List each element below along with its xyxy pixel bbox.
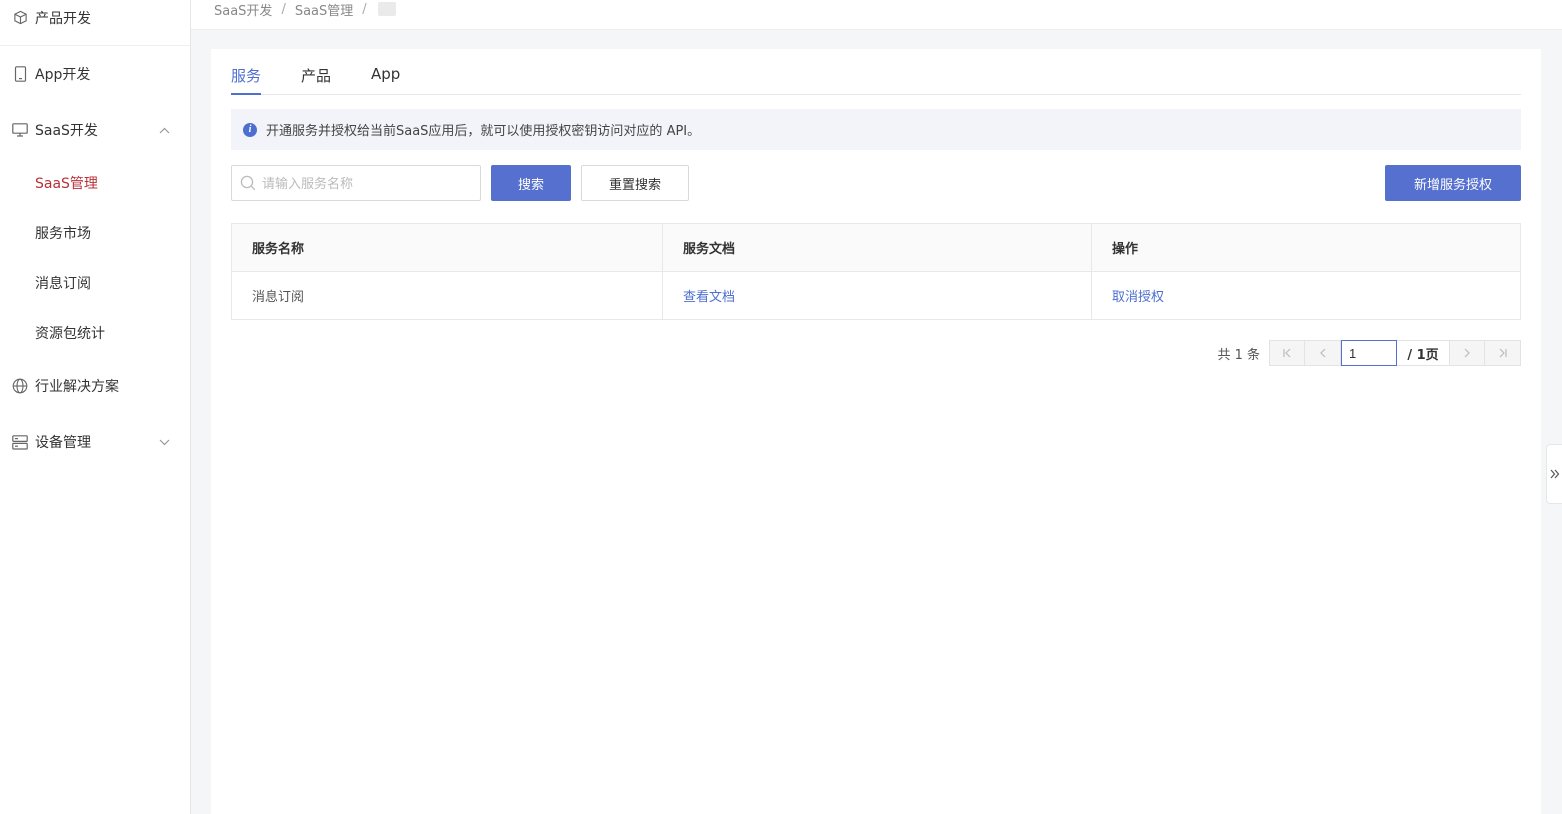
topbar: SaaS开发 / SaaS管理 / [191, 0, 1562, 30]
sidebar-item-label: App开发 [35, 67, 91, 83]
sidebar-subitem-label: 资源包统计 [35, 326, 105, 342]
search-input[interactable] [262, 175, 472, 191]
service-table: 服务名称 服务文档 操作 消息订阅 查看文档 取消授权 [231, 223, 1521, 320]
tab-bar: 服务 产品 App [231, 49, 1521, 95]
first-page-button[interactable] [1269, 340, 1305, 366]
chevron-up-icon [158, 124, 170, 136]
cell-service-doc: 查看文档 [662, 271, 1092, 320]
column-header-action: 操作 [1091, 223, 1521, 272]
chevron-down-icon [158, 436, 170, 448]
sidebar-subitem-label: SaaS管理 [35, 176, 98, 192]
sidebar-subitem-service-market[interactable]: 服务市场 [0, 208, 190, 258]
reset-search-button[interactable]: 重置搜索 [581, 165, 689, 201]
globe-icon [12, 378, 28, 394]
sidebar-item-label: 设备管理 [35, 435, 91, 451]
table-header-row: 服务名称 服务文档 操作 [231, 223, 1521, 272]
search-button[interactable]: 搜索 [491, 165, 571, 201]
cancel-auth-link[interactable]: 取消授权 [1112, 290, 1164, 305]
table-row: 消息订阅 查看文档 取消授权 [231, 271, 1521, 320]
sidebar-item-product-dev[interactable]: 产品开发 [0, 0, 190, 46]
search-icon [240, 175, 256, 191]
add-service-auth-button[interactable]: 新增服务授权 [1385, 165, 1521, 201]
chevron-left-icon [1319, 348, 1325, 358]
server-icon [12, 434, 28, 450]
page-count: / 1页 [1397, 340, 1449, 366]
breadcrumb-item-current [377, 2, 396, 16]
column-header-service-name: 服务名称 [231, 223, 663, 272]
last-page-button[interactable] [1485, 340, 1521, 366]
breadcrumb: SaaS开发 / SaaS管理 / [214, 0, 396, 19]
expand-panel-button[interactable] [1546, 444, 1562, 504]
column-header-service-doc: 服务文档 [662, 223, 1092, 272]
sidebar-subitem-saas-manage[interactable]: SaaS管理 [0, 158, 190, 208]
sidebar-subitem-resource-stats[interactable]: 资源包统计 [0, 308, 190, 358]
notice-text: 开通服务并授权给当前SaaS应用后，就可以使用授权密钥访问对应的 API。 [266, 124, 701, 139]
prev-page-button[interactable] [1305, 340, 1341, 366]
sidebar-item-label: SaaS开发 [35, 123, 98, 139]
breadcrumb-separator: / [362, 1, 367, 17]
cell-action: 取消授权 [1091, 271, 1521, 320]
last-page-icon [1499, 348, 1507, 358]
breadcrumb-separator: / [281, 1, 286, 17]
chevron-right-icon [1464, 348, 1470, 358]
search-box [231, 165, 481, 201]
sidebar: 产品开发 App开发 SaaS开发 SaaS管理 服务市场 消息订阅 资源包统计… [0, 0, 191, 814]
sidebar-item-industry-solutions[interactable]: 行业解决方案 [0, 358, 190, 414]
first-page-icon [1283, 348, 1291, 358]
sidebar-subitem-message-subscribe[interactable]: 消息订阅 [0, 258, 190, 308]
double-chevron-right-icon [1550, 469, 1559, 479]
sidebar-item-label: 产品开发 [35, 10, 91, 27]
breadcrumb-item-saas-manage[interactable]: SaaS管理 [295, 0, 353, 19]
sidebar-subitem-label: 服务市场 [35, 226, 91, 242]
tab-product[interactable]: 产品 [301, 65, 331, 95]
tab-app[interactable]: App [371, 65, 400, 95]
view-doc-link[interactable]: 查看文档 [683, 290, 735, 305]
info-icon: i [243, 122, 257, 137]
sidebar-item-device-manage[interactable]: 设备管理 [0, 414, 190, 470]
page-number-input[interactable] [1341, 340, 1397, 366]
tab-service[interactable]: 服务 [231, 65, 262, 95]
cell-service-name: 消息订阅 [231, 271, 663, 320]
sidebar-subitem-label: 消息订阅 [35, 276, 91, 292]
pagination-total: 共 1 条 [1217, 347, 1260, 363]
cube-icon [12, 10, 28, 26]
main-card: 服务 产品 App i 开通服务并授权给当前SaaS应用后，就可以使用授权密钥访… [211, 49, 1541, 814]
sidebar-item-saas-dev[interactable]: SaaS开发 [0, 102, 190, 158]
sidebar-item-label: 行业解决方案 [35, 379, 119, 395]
monitor-icon [12, 122, 28, 138]
next-page-button[interactable] [1449, 340, 1485, 366]
breadcrumb-item-saas-dev[interactable]: SaaS开发 [214, 0, 272, 19]
pagination: 共 1 条 / 1页 [1217, 340, 1521, 366]
sidebar-item-app-dev[interactable]: App开发 [0, 46, 190, 102]
phone-icon [12, 66, 28, 82]
info-notice: i 开通服务并授权给当前SaaS应用后，就可以使用授权密钥访问对应的 API。 [231, 109, 1521, 150]
